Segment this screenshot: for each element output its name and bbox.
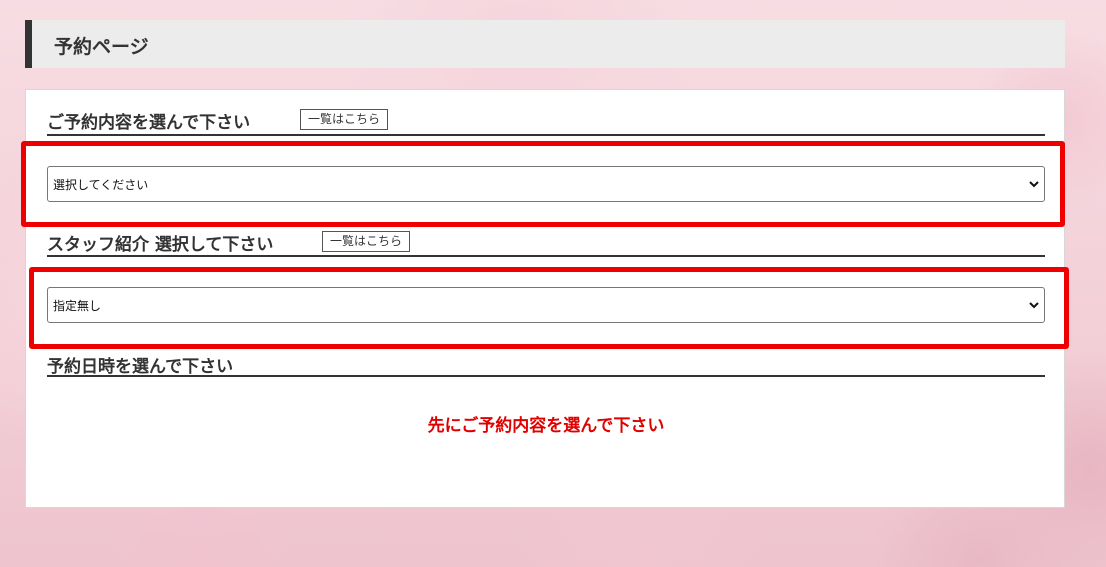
service-select-highlight xyxy=(21,141,1065,227)
page-title: 予約ページ xyxy=(54,36,149,58)
staff-select-highlight xyxy=(29,267,1069,349)
service-heading-label: ご予約内容を選んで下さい xyxy=(47,113,251,133)
staff-heading-label: スタッフ紹介 選択して下さい xyxy=(47,235,274,255)
datetime-notice: 先にご予約内容を選んで下さい xyxy=(427,416,665,436)
datetime-heading-label: 予約日時を選んで下さい xyxy=(47,357,234,377)
service-list-button[interactable]: 一覧はこちら xyxy=(300,109,389,130)
staff-list-button[interactable]: 一覧はこちら xyxy=(322,231,411,252)
page-header: 予約ページ xyxy=(25,20,1065,68)
service-section-heading: ご予約内容を選んで下さい 一覧はこちら xyxy=(47,90,1045,136)
